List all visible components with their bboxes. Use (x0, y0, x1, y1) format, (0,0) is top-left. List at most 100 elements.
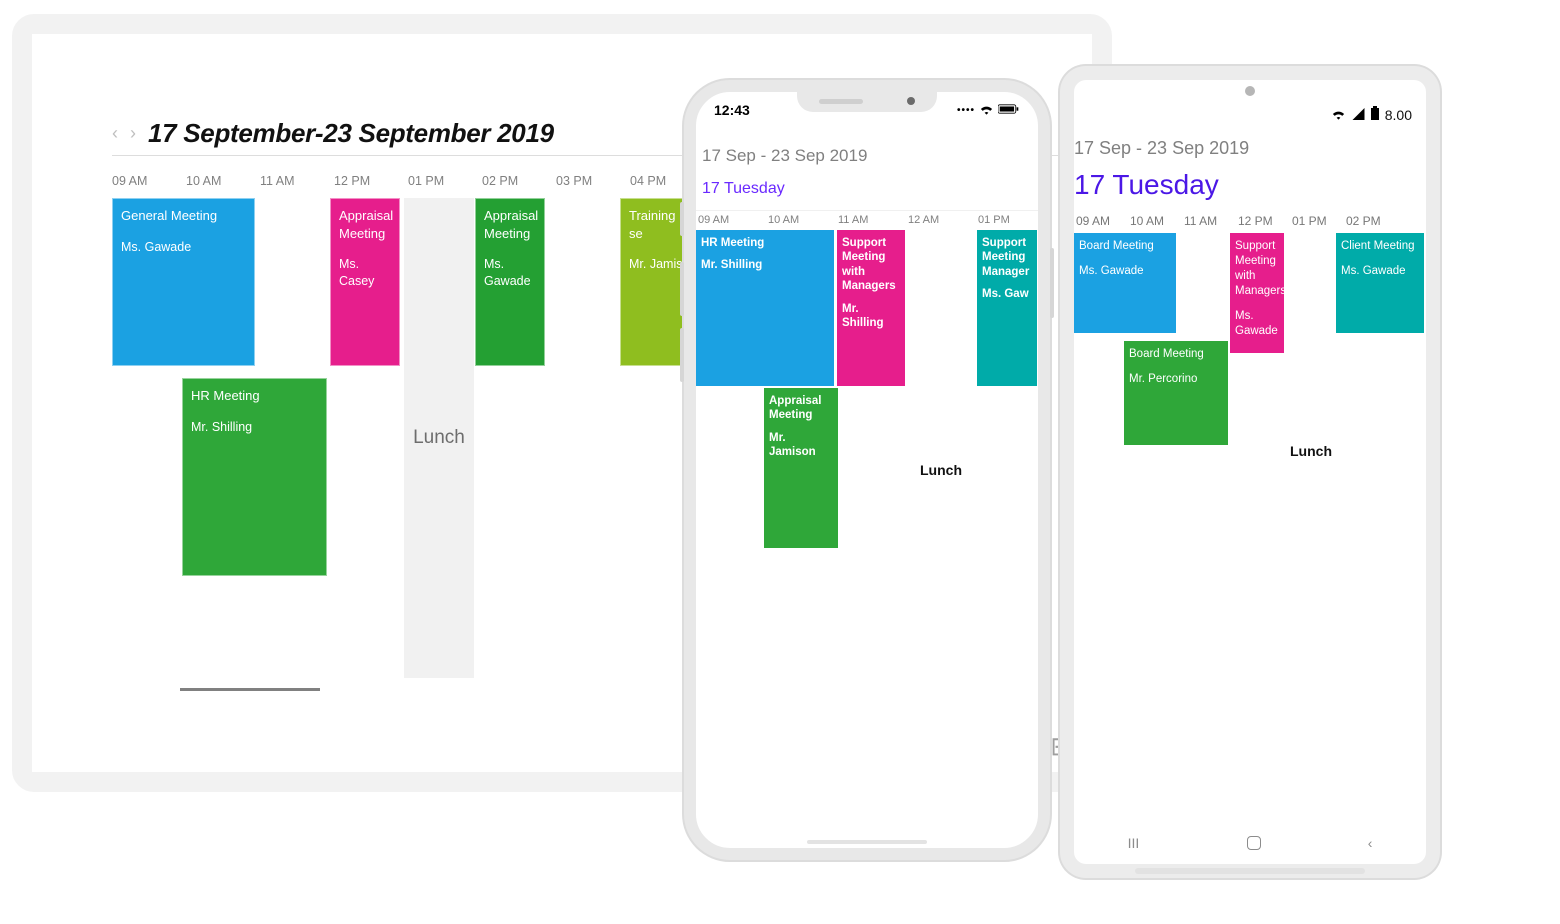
date-range-title: 17 Sep - 23 Sep 2019 (702, 146, 1038, 166)
event-block[interactable]: HR Meeting Mr. Shilling (182, 378, 327, 576)
event-owner: Mr. Shilling (701, 258, 829, 272)
event-owner: Ms. Gawade (1341, 264, 1419, 279)
event-block[interactable]: General Meeting Ms. Gawade (112, 198, 255, 366)
event-owner: Ms. Gaw (982, 287, 1032, 301)
event-owner: Ms. Gawade (1235, 309, 1279, 339)
next-arrow-icon[interactable]: › (130, 123, 136, 144)
time-tick: 11 AM (838, 214, 868, 226)
cellular-icon: •••• (957, 105, 975, 116)
time-tick: 12 PM (334, 174, 370, 188)
time-tick: 03 PM (556, 174, 592, 188)
time-tick: 10 AM (1130, 214, 1164, 228)
lunch-slot: Lunch (404, 198, 474, 678)
lunch-label: Lunch (920, 462, 962, 478)
event-owner: Mr. Shilling (842, 302, 900, 331)
time-axis: 09 AM 10 AM 11 AM 12 PM 01 PM 02 PM (1074, 211, 1426, 233)
event-owner: Mr. Percorino (1129, 372, 1223, 387)
day-label: 17 Tuesday (1074, 169, 1426, 201)
status-bar: 8.00 (1331, 106, 1412, 123)
event-block[interactable]: Appraisal Meeting Ms. Gawade (475, 198, 545, 366)
time-tick: 01 PM (1292, 214, 1327, 228)
lunch-label: Lunch (1290, 443, 1332, 459)
event-title: Training se (629, 207, 683, 242)
event-title: Client Meeting (1341, 239, 1419, 254)
event-title: HR Meeting (191, 387, 318, 405)
side-button (680, 202, 684, 236)
android-device: 8.00 17 Sep - 23 Sep 2019 17 Tuesday 09 … (1060, 66, 1440, 878)
date-range-title: 17 Sep - 23 Sep 2019 (1074, 138, 1426, 159)
status-icons: •••• (957, 102, 1020, 118)
status-time: 12:43 (714, 102, 750, 118)
speaker-icon (1135, 868, 1365, 874)
time-axis: 09 AM 10 AM 11 AM 12 AM 01 PM (696, 210, 1038, 230)
wifi-icon (1331, 107, 1346, 123)
time-tick: 02 PM (1346, 214, 1381, 228)
timeline-grid[interactable]: Lunch HR Meeting Mr. Shilling Support Me… (696, 230, 1038, 830)
wifi-icon (979, 102, 994, 118)
event-title: Support Meeting Manager (982, 236, 1032, 279)
event-title: Appraisal Meeting (769, 394, 833, 423)
side-button (680, 328, 684, 382)
calendar-header: 17 Sep - 23 Sep 2019 17 Tuesday (696, 136, 1038, 198)
event-title: Appraisal Meeting (339, 207, 391, 242)
event-owner: Ms. Casey (339, 256, 391, 290)
camera-icon (1245, 86, 1255, 96)
battery-icon (998, 102, 1020, 118)
time-tick: 11 AM (260, 174, 295, 188)
recents-button[interactable]: III (1128, 835, 1140, 851)
home-indicator[interactable] (807, 840, 927, 844)
event-block[interactable]: Support Meeting Manager Ms. Gaw (977, 230, 1037, 386)
event-owner: Mr. Jamis (629, 256, 683, 273)
event-owner: Mr. Shilling (191, 419, 318, 436)
time-tick: 09 AM (1076, 214, 1110, 228)
status-bar: 12:43 •••• (714, 100, 1020, 120)
android-nav-bar: III ‹ (1074, 828, 1426, 858)
time-tick: 09 AM (112, 174, 147, 188)
time-tick: 10 AM (768, 214, 799, 226)
event-owner: Ms. Gawade (121, 239, 246, 256)
event-title: HR Meeting (701, 236, 829, 250)
time-tick: 11 AM (1184, 214, 1217, 228)
iphone-device: 12:43 •••• 17 Sep - 23 Sep 2019 17 Tuesd… (684, 80, 1050, 860)
cellular-icon (1352, 107, 1365, 123)
time-tick: 01 PM (978, 214, 1010, 226)
event-block[interactable]: Client Meeting Ms. Gawade (1336, 233, 1424, 333)
day-label: 17 Tuesday (702, 180, 1038, 198)
event-owner: Mr. Jamison (769, 431, 833, 460)
side-button (680, 262, 684, 316)
time-tick: 10 AM (186, 174, 221, 188)
event-block[interactable]: Appraisal Meeting Mr. Jamison (764, 388, 838, 548)
event-block[interactable]: Support Meeting with Managers Mr. Shilli… (837, 230, 905, 386)
date-range-title: 17 September-23 September 2019 (148, 118, 554, 149)
event-owner: Ms. Gawade (1079, 264, 1171, 279)
event-block[interactable]: HR Meeting Mr. Shilling (696, 230, 834, 386)
event-block[interactable]: Board Meeting Ms. Gawade (1074, 233, 1176, 333)
calendar-header: 17 Sep - 23 Sep 2019 17 Tuesday (1074, 138, 1426, 201)
lunch-label: Lunch (413, 427, 465, 449)
event-block[interactable]: Appraisal Meeting Ms. Casey (330, 198, 400, 366)
side-button (1050, 248, 1054, 318)
event-title: Board Meeting (1129, 347, 1223, 362)
status-time: 8.00 (1385, 107, 1412, 123)
time-tick: 04 PM (630, 174, 666, 188)
time-tick: 02 PM (482, 174, 518, 188)
event-block[interactable]: Support Meeting with Managers Ms. Gawade (1230, 233, 1284, 353)
event-title: Board Meeting (1079, 239, 1171, 254)
event-title: Appraisal Meeting (484, 207, 536, 242)
iphone-screen: 17 Sep - 23 Sep 2019 17 Tuesday 09 AM 10… (696, 136, 1038, 836)
time-tick: 09 AM (698, 214, 729, 226)
prev-arrow-icon[interactable]: ‹ (112, 123, 118, 144)
battery-icon (1371, 106, 1379, 123)
home-button[interactable] (1247, 836, 1261, 850)
horizontal-scrollbar[interactable] (180, 688, 320, 691)
event-title: General Meeting (121, 207, 246, 225)
lunch-slot: Lunch (1286, 233, 1336, 793)
lunch-slot: Lunch (906, 230, 976, 830)
event-title: Support Meeting with Managers (1235, 239, 1279, 299)
timeline-grid[interactable]: Lunch Board Meeting Ms. Gawade Support M… (1074, 233, 1426, 793)
event-owner: Ms. Gawade (484, 256, 536, 290)
event-block[interactable]: Board Meeting Mr. Percorino (1124, 341, 1228, 445)
back-button[interactable]: ‹ (1368, 835, 1373, 851)
event-title: Support Meeting with Managers (842, 236, 900, 294)
time-tick: 12 PM (1238, 214, 1273, 228)
